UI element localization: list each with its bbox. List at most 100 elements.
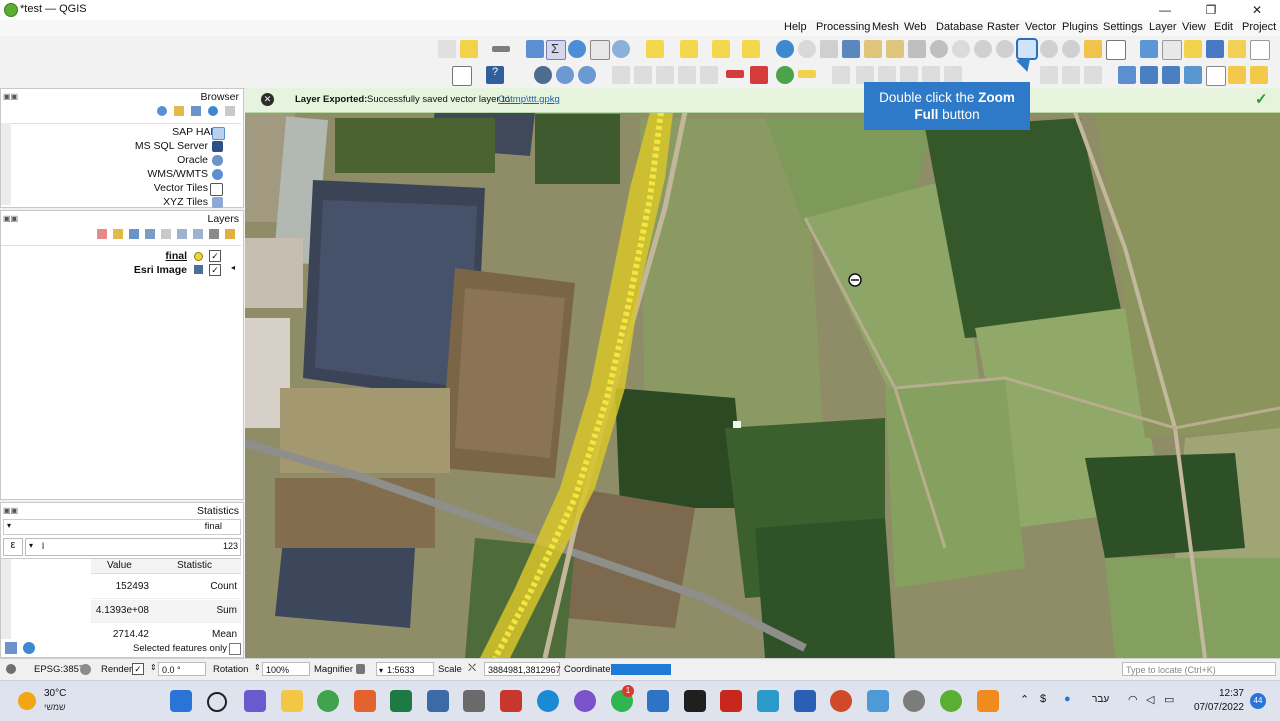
maximize-button[interactable]: ❐ xyxy=(1188,0,1234,20)
qgis-icon[interactable] xyxy=(940,690,962,712)
filter-expression-icon[interactable] xyxy=(161,229,171,239)
photos-icon[interactable] xyxy=(647,690,669,712)
deselect-icon[interactable] xyxy=(712,40,730,58)
search-icon[interactable] xyxy=(612,40,630,58)
select-location-icon[interactable] xyxy=(742,40,760,58)
georeferencer-icon[interactable] xyxy=(556,66,574,84)
add-mesh-layer-icon[interactable] xyxy=(1184,66,1202,84)
add-delimited-text-icon[interactable] xyxy=(1206,66,1226,86)
vlc-icon[interactable] xyxy=(977,690,999,712)
browser-item-wms[interactable]: WMS/WMTS xyxy=(147,168,208,180)
layer-final-checkbox[interactable]: ✓ xyxy=(209,250,221,262)
messages-icon[interactable] xyxy=(6,664,16,674)
abc-label-icon[interactable] xyxy=(726,70,744,78)
calculator-icon[interactable] xyxy=(590,40,610,60)
new-project-icon[interactable] xyxy=(1250,40,1270,60)
new-print-layout-icon[interactable] xyxy=(1162,40,1182,60)
crs-label[interactable]: EPSG:3857 xyxy=(34,664,84,675)
lock-scale-icon[interactable] xyxy=(356,664,365,674)
new-bookmark-icon[interactable] xyxy=(820,40,838,58)
menu-vector[interactable]: Vector xyxy=(1025,21,1056,33)
layer-esri-image-label[interactable]: Esri Image xyxy=(134,264,187,276)
field-selector[interactable]: ▾ l 123 xyxy=(25,538,241,556)
open-styling-icon[interactable] xyxy=(97,229,107,239)
layer-final-label[interactable]: final xyxy=(165,250,187,262)
menu-project[interactable]: Project xyxy=(1242,21,1276,33)
settings-gear-icon[interactable] xyxy=(568,40,586,58)
help-icon[interactable]: ? xyxy=(486,66,504,84)
powerpoint-icon[interactable] xyxy=(830,690,852,712)
exported-file-link[interactable]: C:\tmp\ttt.gpkg xyxy=(498,94,560,105)
table-row[interactable]: 2714.42 Mean xyxy=(91,624,241,639)
add-group-icon[interactable] xyxy=(113,229,123,239)
app-icon[interactable] xyxy=(574,690,596,712)
table-row[interactable]: 152493 Count xyxy=(91,576,241,599)
render-checkbox[interactable]: ✓ xyxy=(132,663,144,675)
add-geopackage-icon[interactable] xyxy=(1250,66,1268,84)
refresh-icon[interactable] xyxy=(23,642,35,654)
layer-esri-image-checkbox[interactable]: ✓ xyxy=(209,264,221,276)
add-spatialite-icon[interactable] xyxy=(1228,66,1246,84)
open-project-icon[interactable] xyxy=(1228,40,1246,58)
remote-desktop-icon[interactable] xyxy=(427,690,449,712)
menu-plugins[interactable]: Plugins xyxy=(1062,21,1098,33)
pin-labels-icon[interactable] xyxy=(634,66,652,84)
show-hide-labels-icon[interactable] xyxy=(656,66,674,84)
data-source-manager-icon[interactable] xyxy=(1118,66,1136,84)
browser-scrollbar[interactable] xyxy=(1,123,11,205)
show-bookmarks-icon[interactable] xyxy=(842,40,860,58)
geocode-icon[interactable] xyxy=(578,66,596,84)
clock-date[interactable]: 07/07/2022 xyxy=(1186,702,1244,713)
select-by-value-icon[interactable] xyxy=(680,40,698,58)
redo-icon[interactable] xyxy=(832,66,850,84)
style-manager-icon[interactable] xyxy=(776,66,794,84)
coordinate-toggle-icon[interactable]: ⛌ xyxy=(468,662,476,675)
close-message-icon[interactable]: ✕ xyxy=(261,93,274,106)
measure-icon[interactable] xyxy=(492,46,510,52)
notifications-badge[interactable]: 44 xyxy=(1250,693,1266,709)
filter-icon[interactable] xyxy=(191,106,201,116)
locator-search-input[interactable]: Type to locate (Ctrl+K) xyxy=(1122,662,1276,676)
expand-all-icon[interactable] xyxy=(177,229,187,239)
stepper-icon[interactable]: ⇕ xyxy=(254,663,261,672)
microphone-icon[interactable]: ● xyxy=(1064,693,1071,705)
rotation-input[interactable]: 0.0 ° xyxy=(158,662,206,676)
layout-manager-icon[interactable] xyxy=(1140,40,1158,58)
app-icon[interactable] xyxy=(867,690,889,712)
menu-raster[interactable]: Raster xyxy=(987,21,1019,33)
zoom-last-icon[interactable] xyxy=(930,40,948,58)
attribute-table-icon[interactable] xyxy=(526,40,544,58)
open-layout-icon[interactable] xyxy=(1184,40,1202,58)
minimize-button[interactable]: — xyxy=(1142,0,1188,20)
app-icon[interactable] xyxy=(500,690,522,712)
move-label-icon[interactable] xyxy=(678,66,696,84)
rotate-label-icon[interactable] xyxy=(700,66,718,84)
coordinate-input[interactable]: 3884981,3812967 xyxy=(484,662,561,676)
currency-icon[interactable]: $ xyxy=(1040,693,1046,705)
crs-globe-icon[interactable] xyxy=(80,664,91,675)
settings-gear-icon[interactable] xyxy=(903,690,925,712)
zoom-out-icon[interactable] xyxy=(974,40,992,58)
file-explorer-icon[interactable] xyxy=(281,690,303,712)
identify-icon[interactable] xyxy=(438,40,456,58)
menu-view[interactable]: View xyxy=(1182,21,1206,33)
word-icon[interactable] xyxy=(794,690,816,712)
magnifier-input[interactable]: 100% xyxy=(262,662,310,676)
browser-item-vector-tiles[interactable]: Vector Tiles xyxy=(154,182,208,194)
stepper-icon[interactable]: ⇕ xyxy=(150,663,157,672)
menu-mesh[interactable]: Mesh xyxy=(872,21,899,33)
show-hidden-icons-icon[interactable]: ⌃ xyxy=(1020,693,1029,706)
save-as-icon[interactable] xyxy=(1206,40,1224,58)
collapse-icon[interactable] xyxy=(225,106,235,116)
pan-to-selection-icon[interactable] xyxy=(1084,40,1102,58)
expression-icon[interactable]: ε xyxy=(3,538,23,556)
zoom-out-map-icon[interactable] xyxy=(1040,40,1058,58)
close-button[interactable]: ✕ xyxy=(1234,0,1280,20)
panel-controls-icon[interactable]: ▣▣ xyxy=(3,506,18,515)
filter-legend-icon[interactable] xyxy=(145,229,155,239)
teams-chat-icon[interactable] xyxy=(244,690,266,712)
zoom-in-map-icon[interactable] xyxy=(1062,40,1080,58)
edge-icon[interactable] xyxy=(537,690,559,712)
remove-layer-icon[interactable] xyxy=(225,229,235,239)
save-edits-icon[interactable] xyxy=(1040,66,1058,84)
